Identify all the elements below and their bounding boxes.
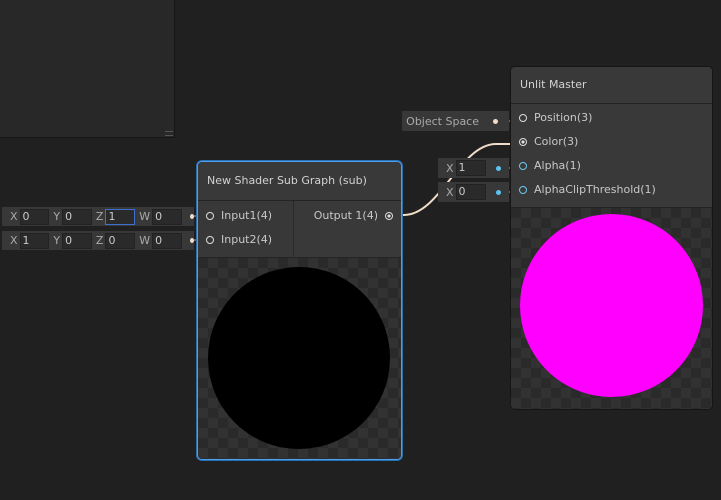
- position-space-field[interactable]: Object Space: [402, 111, 509, 131]
- x-field[interactable]: 0: [455, 184, 486, 200]
- node-title: New Shader Sub Graph (sub): [198, 162, 401, 201]
- port-dot-icon[interactable]: [495, 165, 501, 171]
- port-ring-icon[interactable]: [206, 236, 214, 244]
- port-label: Position(3): [534, 111, 593, 124]
- preview-sphere: [208, 267, 390, 449]
- space-label: Object Space: [406, 114, 479, 128]
- node-title: Unlit Master: [511, 67, 712, 104]
- z-field[interactable]: 0: [105, 232, 136, 249]
- port-dot-icon[interactable]: [493, 118, 498, 124]
- x-field[interactable]: 0: [19, 208, 50, 225]
- z-field[interactable]: 1: [105, 208, 136, 225]
- w-field[interactable]: 0: [152, 208, 182, 225]
- z-label: Z: [95, 210, 104, 223]
- subgraph-node[interactable]: New Shader Sub Graph (sub) Input1(4) Inp…: [197, 161, 402, 460]
- x-label: X: [446, 185, 454, 199]
- port-label: Input1(4): [221, 209, 273, 222]
- x-label: X: [446, 161, 454, 175]
- port-input2[interactable]: Input2(4): [198, 228, 293, 252]
- port-output1[interactable]: Output 1(4): [294, 204, 401, 228]
- port-ring-icon[interactable]: [385, 212, 393, 220]
- node-preview: [198, 258, 401, 459]
- node-preview: [511, 208, 712, 409]
- port-dot-icon[interactable]: [189, 214, 194, 219]
- alpha-field: X1: [438, 158, 509, 178]
- port-label: AlphaClipThreshold(1): [534, 183, 656, 196]
- port-dot-icon[interactable]: [495, 189, 501, 195]
- port-input1[interactable]: Input1(4): [198, 204, 293, 228]
- port-ring-icon[interactable]: [206, 212, 214, 220]
- port-ring-icon[interactable]: [519, 186, 527, 194]
- port-position[interactable]: Position(3): [511, 106, 712, 130]
- w-label: W: [139, 234, 151, 247]
- port-label: Output 1(4): [313, 209, 378, 222]
- port-label: Color(3): [534, 135, 579, 148]
- input2-vector-field: X1 Y0 Z0 W0: [2, 231, 194, 250]
- port-label: Input2(4): [221, 233, 273, 246]
- port-ring-icon[interactable]: [519, 162, 527, 170]
- port-label: Alpha(1): [534, 159, 581, 172]
- clip-threshold-field: X0: [438, 182, 509, 202]
- preview-sphere: [520, 214, 703, 397]
- y-field[interactable]: 0: [62, 208, 92, 225]
- wire-output-to-color: [388, 143, 522, 216]
- y-label: Y: [53, 234, 61, 247]
- port-ring-icon[interactable]: [519, 138, 527, 146]
- unlit-master-node[interactable]: Unlit Master Position(3) Color(3) Alpha(…: [510, 66, 713, 410]
- y-field[interactable]: 0: [62, 232, 92, 249]
- w-label: W: [139, 210, 151, 223]
- x-field[interactable]: 1: [19, 232, 50, 249]
- input1-vector-field: X0 Y0 Z1 W0: [2, 207, 194, 226]
- y-label: Y: [53, 210, 61, 223]
- w-field[interactable]: 0: [152, 232, 182, 249]
- port-alpha-clip-threshold[interactable]: AlphaClipThreshold(1): [511, 178, 712, 202]
- port-ring-icon[interactable]: [519, 114, 527, 122]
- port-alpha[interactable]: Alpha(1): [511, 154, 712, 178]
- x-label: X: [10, 234, 18, 247]
- x-field[interactable]: 1: [455, 160, 486, 176]
- z-label: Z: [95, 234, 104, 247]
- port-color[interactable]: Color(3): [511, 130, 712, 154]
- x-label: X: [10, 210, 18, 223]
- port-dot-icon[interactable]: [189, 238, 194, 243]
